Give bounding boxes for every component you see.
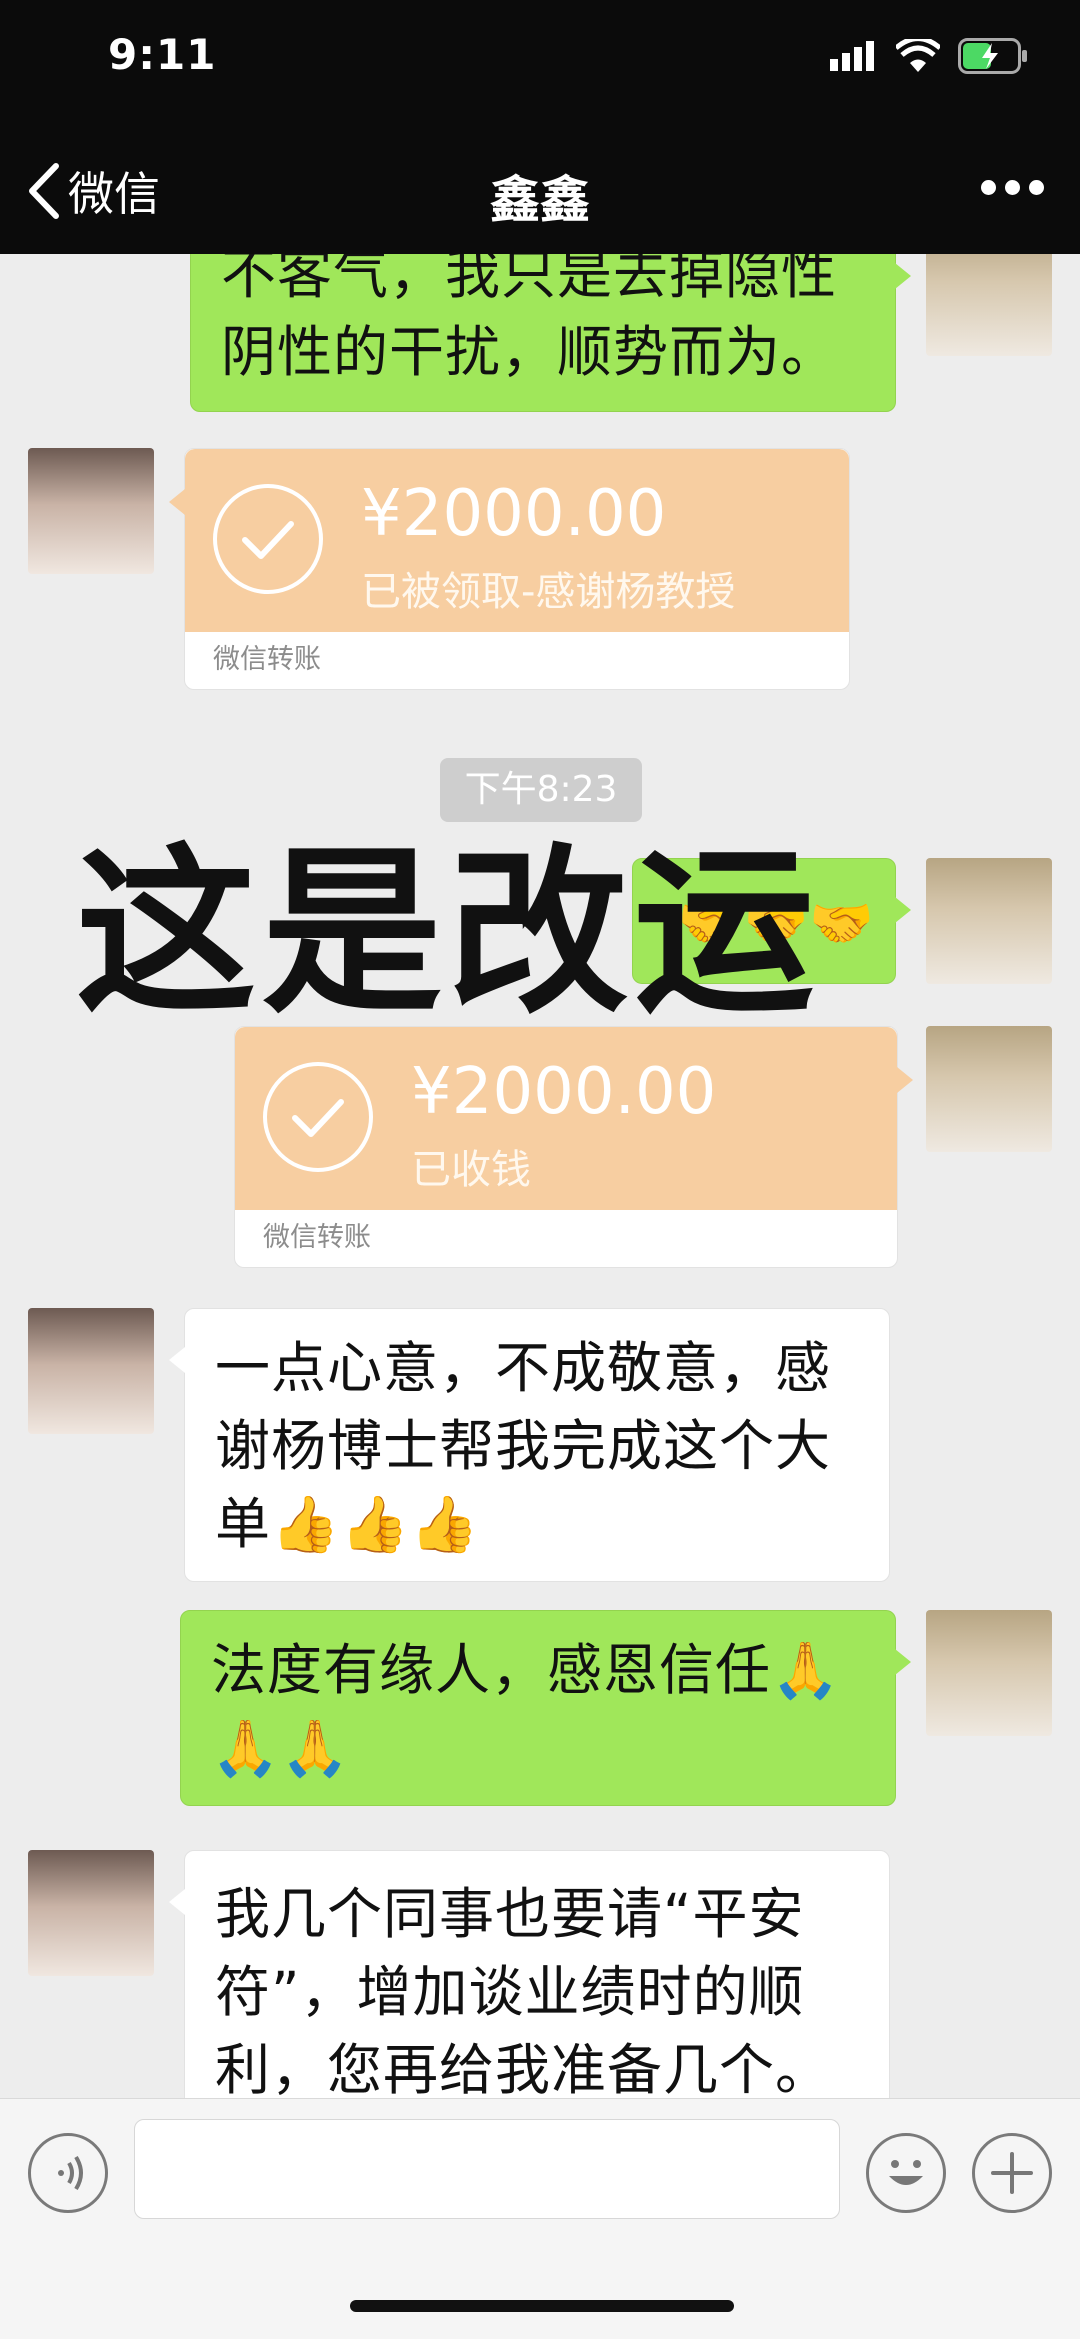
message-bubble[interactable]: 一点心意，不成敬意，感 谢杨博士帮我完成这个大 单👍👍👍 [169,1308,890,1582]
message-bubble[interactable]: 法度有缘人，感恩信任🙏 🙏🙏 [180,1610,911,1806]
self-avatar[interactable] [926,858,1052,984]
overlay-caption: 这是改运 [76,829,821,1038]
contact-avatar[interactable] [28,1850,154,1976]
home-indicator [350,2300,734,2312]
status-icons [830,36,1028,76]
message-line: 🙏🙏 [211,1716,350,1780]
message-line: 单👍👍👍 [215,1492,480,1556]
message-bubble[interactable]: 我几个同事也要请“平安 符”，增加谈业绩时的顺 利，您再给我准备几个。 [169,1850,890,2098]
chat-area[interactable]: 不客气，我只是去掉隐性 阴性的干扰，顺势而为。 ¥2000.00 已被领取-感谢… [0,254,1080,2098]
contact-avatar[interactable] [28,1308,154,1434]
transfer-card[interactable]: ¥2000.00 已被领取-感谢杨教授 微信转账 [169,448,850,690]
message-input[interactable] [134,2119,840,2219]
more-dot-icon [1005,180,1020,195]
message-line: 阴性的干扰，顺势而为。 [221,320,838,384]
voice-icon [58,2155,83,2191]
contact-avatar[interactable] [28,448,154,574]
nav-bar: 微信 鑫鑫 [0,120,1080,254]
message-line: 符”，增加谈业绩时的顺 [215,1960,805,2024]
check-circle-icon [213,484,323,594]
message-line: 法度有缘人，感恩信任🙏 [211,1638,841,1702]
more-dot-icon [1029,180,1044,195]
message-line: 我几个同事也要请“平安 [215,1882,805,1946]
message-bubble[interactable]: 不客气，我只是去掉隐性 阴性的干扰，顺势而为。 [190,254,911,412]
emoji-button[interactable] [866,2133,946,2213]
message-line: 不客气，我只是去掉隐性 [221,254,838,306]
more-button[interactable] [981,180,1044,195]
more-dot-icon [981,180,996,195]
signal-icon [830,41,874,71]
transfer-note: 已被领取-感谢杨教授 [361,569,736,615]
message-line: 一点心意，不成敬意，感 [215,1336,832,1400]
transfer-card[interactable]: ¥2000.00 已收钱 微信转账 [234,1026,913,1268]
wifi-icon [896,39,940,72]
message-line: 谢杨博士帮我完成这个大 [215,1414,832,1478]
plus-icon [991,2152,1033,2194]
message-line: 利，您再给我准备几个。 [215,2038,832,2098]
chat-title: 鑫鑫 [490,171,590,229]
input-bar [0,2098,1080,2339]
transfer-card-top: ¥2000.00 已收钱 [235,1027,897,1210]
add-button[interactable] [972,2133,1052,2213]
transfer-card-top: ¥2000.00 已被领取-感谢杨教授 [185,449,849,632]
transfer-footer: 微信转账 [263,1222,371,1253]
self-avatar[interactable] [926,1610,1052,1736]
status-time: 9:11 [108,30,217,79]
transfer-amount: ¥2000.00 [411,1055,717,1129]
smiley-icon [889,2160,923,2185]
timestamp: 下午8:23 [440,758,642,822]
self-avatar[interactable] [926,254,1052,356]
voice-button[interactable] [28,2133,108,2213]
transfer-note: 已收钱 [411,1147,531,1193]
transfer-amount: ¥2000.00 [361,477,667,551]
self-avatar[interactable] [926,1026,1052,1152]
status-bar: 9:11 [0,0,1080,120]
battery-icon [958,38,1027,74]
check-circle-icon [263,1062,373,1172]
transfer-footer: 微信转账 [213,644,321,675]
